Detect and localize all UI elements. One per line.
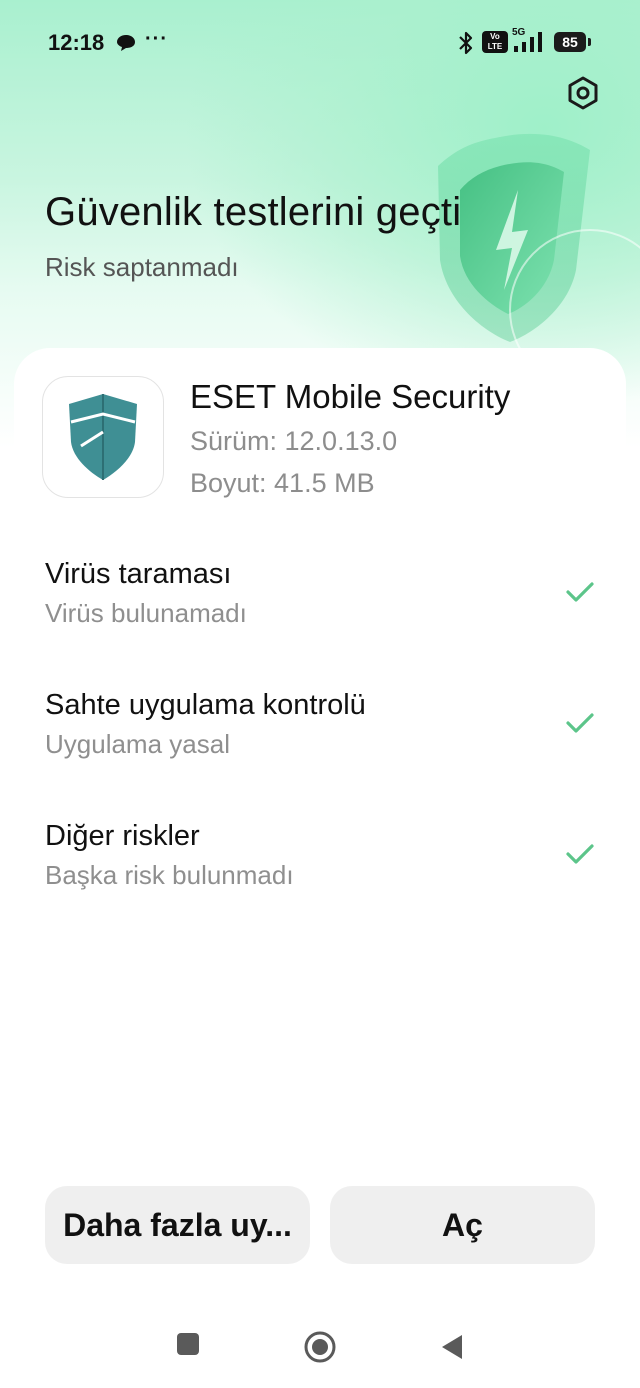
check-subtitle: Uygulama yasal xyxy=(45,729,230,759)
app-icon xyxy=(42,376,164,498)
app-size: Boyut: 41.5 MB xyxy=(190,468,375,498)
signal-icon xyxy=(514,32,542,52)
battery-icon: 85 xyxy=(554,32,591,52)
battery-level: 85 xyxy=(562,34,578,50)
more-apps-button[interactable]: Daha fazla uy... xyxy=(45,1186,310,1264)
checkmark-icon xyxy=(566,582,594,602)
status-time: 12:18 xyxy=(48,30,105,55)
volte-label: Vo LTE xyxy=(487,32,503,51)
page-title: Güvenlik testlerini geçti xyxy=(45,190,462,234)
check-subtitle: Virüs bulunamadı xyxy=(45,598,247,628)
gear-icon xyxy=(568,76,598,110)
page-subtitle: Risk saptanmadı xyxy=(45,252,239,282)
shield-illustration-icon xyxy=(438,133,640,360)
settings-button[interactable] xyxy=(564,74,602,112)
recents-square-icon[interactable] xyxy=(176,1332,200,1356)
check-title: Sahte uygulama kontrolü xyxy=(45,689,366,721)
check-title: Virüs taraması xyxy=(45,558,232,590)
eset-shield-icon xyxy=(69,394,137,480)
check-title: Diğer riskler xyxy=(45,820,200,852)
system-nav-bar xyxy=(0,1300,640,1386)
chat-bubble-icon xyxy=(117,35,135,51)
app-version: Sürüm: 12.0.13.0 xyxy=(190,426,398,456)
checkmark-icon xyxy=(566,844,594,864)
check-item-other-risks: Diğer riskler Başka risk bulunmadı xyxy=(45,820,605,900)
volte-icon: Vo LTE xyxy=(482,31,508,53)
check-subtitle: Başka risk bulunmadı xyxy=(45,860,294,890)
home-circle-icon[interactable] xyxy=(303,1330,337,1364)
checkmark-icon xyxy=(566,713,594,733)
back-triangle-icon[interactable] xyxy=(440,1333,464,1361)
check-item-virus-scan: Virüs taraması Virüs bulunamadı xyxy=(45,558,605,638)
app-name: ESET Mobile Security xyxy=(190,378,511,415)
status-bar: 12:18 ··· Vo LTE 5G 85 xyxy=(0,0,640,86)
open-button[interactable]: Aç xyxy=(330,1186,595,1264)
more-notifications-icon: ··· xyxy=(145,28,168,50)
bluetooth-icon xyxy=(459,31,473,55)
check-item-fake-app: Sahte uygulama kontrolü Uygulama yasal xyxy=(45,689,605,769)
